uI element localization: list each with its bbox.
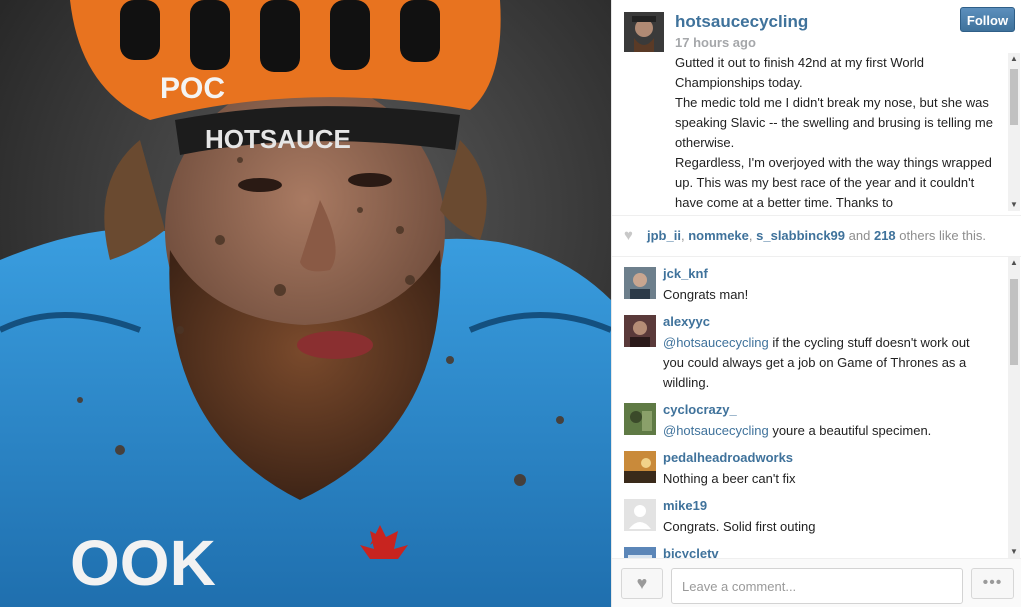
likes-bar: ♥ jpb_ii, nommeke, s_slabbinck99 and 218… [612, 215, 1021, 257]
comment-text: Congrats. Solid first outing [663, 517, 993, 537]
comment-avatar[interactable] [624, 499, 656, 531]
heart-icon: ♥ [636, 573, 648, 593]
post-username[interactable]: hotsaucecycling [675, 12, 808, 32]
avatar-image [624, 12, 664, 52]
scroll-up-arrow-icon[interactable]: ▲ [1008, 257, 1020, 269]
caption-paragraph: The medic told me I didn't break my nose… [675, 95, 993, 150]
post-header: hotsaucecycling 17 hours ago Follow Gutt… [612, 0, 1021, 214]
comment-username[interactable]: alexyyc [663, 313, 710, 331]
scroll-up-arrow-icon[interactable]: ▲ [1008, 53, 1020, 65]
comment-input[interactable] [671, 568, 963, 604]
post-photo: OOK HOTSAUCE POC [0, 0, 611, 607]
comment-avatar[interactable] [624, 315, 656, 347]
comment-username[interactable]: cyclocrazy_ [663, 401, 737, 419]
comment-mention[interactable]: @hotsaucecycling [663, 423, 769, 438]
comment-username[interactable]: pedalheadroadworks [663, 449, 793, 467]
comment-text: Nothing a beer can't fix [663, 469, 993, 489]
comment-username[interactable]: mike19 [663, 497, 707, 515]
likes-summary: jpb_ii, nommeke, s_slabbinck99 and 218 o… [647, 228, 986, 243]
scroll-down-arrow-icon[interactable]: ▼ [1008, 546, 1020, 558]
follow-button[interactable]: Follow [960, 7, 1015, 32]
ellipsis-icon: ••• [982, 574, 1003, 591]
heart-icon: ♥ [624, 227, 633, 244]
post-caption: Gutted it out to finish 42nd at my first… [675, 53, 1005, 211]
comment-avatar[interactable] [624, 547, 656, 558]
comment-avatar-image [624, 451, 656, 483]
comment-username[interactable]: bicycletv [663, 545, 719, 558]
post-timestamp[interactable]: 17 hours ago [675, 35, 756, 51]
comment-avatar[interactable] [624, 403, 656, 435]
jersey-text: OOK [70, 527, 216, 599]
comment-avatar[interactable] [624, 451, 656, 483]
comment-avatar-image [624, 267, 656, 299]
comment-avatar-image [624, 403, 656, 435]
caption-scrollbar[interactable]: ▲ ▼ [1008, 53, 1020, 211]
like-user-link[interactable]: nommeke [688, 228, 749, 243]
post-sidebar: hotsaucecycling 17 hours ago Follow Gutt… [611, 0, 1021, 607]
helmet-text: POC [160, 72, 225, 105]
caption-paragraph: Regardless, I'm overjoyed with the way t… [675, 155, 992, 210]
scroll-down-arrow-icon[interactable]: ▼ [1008, 199, 1020, 211]
comment-footer: ♥ ••• [612, 558, 1021, 607]
comments-scrollbar[interactable]: ▲ ▼ [1008, 257, 1020, 558]
cyclist-photo-illustration: OOK HOTSAUCE POC [0, 0, 611, 607]
likes-count[interactable]: 218 [874, 228, 896, 243]
comment-body: Nothing a beer can't fix [663, 471, 796, 486]
likes-suffix: others like this. [899, 228, 986, 243]
comment-text: @hotsaucecycling if the cycling stuff do… [663, 333, 993, 393]
comment-avatar-image [624, 547, 656, 558]
comment-text: @hotsaucecycling youre a beautiful speci… [663, 421, 993, 441]
comment-mention[interactable]: @hotsaucecycling [663, 335, 769, 350]
like-user-link[interactable]: jpb_ii [647, 228, 681, 243]
likes-and: and [848, 228, 871, 243]
like-user-link[interactable]: s_slabbinck99 [756, 228, 845, 243]
headband-text: HOTSAUCE [205, 124, 351, 154]
scrollbar-thumb[interactable] [1010, 279, 1018, 365]
comment-body: youre a beautiful specimen. [768, 423, 932, 438]
comment-body: Congrats. Solid first outing [663, 519, 816, 534]
comments-list: jck_knf Congrats man! alexyyc @hotsaucec… [612, 257, 1021, 558]
scrollbar-thumb[interactable] [1010, 69, 1018, 125]
more-options-button[interactable]: ••• [971, 568, 1014, 599]
comment-text: Congrats man! [663, 285, 993, 305]
default-avatar-icon [624, 499, 656, 531]
comment-username[interactable]: jck_knf [663, 265, 708, 283]
comment-avatar-image [624, 315, 656, 347]
comment-body: Congrats man! [663, 287, 749, 302]
caption-paragraph: Gutted it out to finish 42nd at my first… [675, 55, 925, 90]
avatar[interactable] [624, 12, 664, 52]
like-button[interactable]: ♥ [621, 568, 663, 599]
comment-avatar[interactable] [624, 267, 656, 299]
